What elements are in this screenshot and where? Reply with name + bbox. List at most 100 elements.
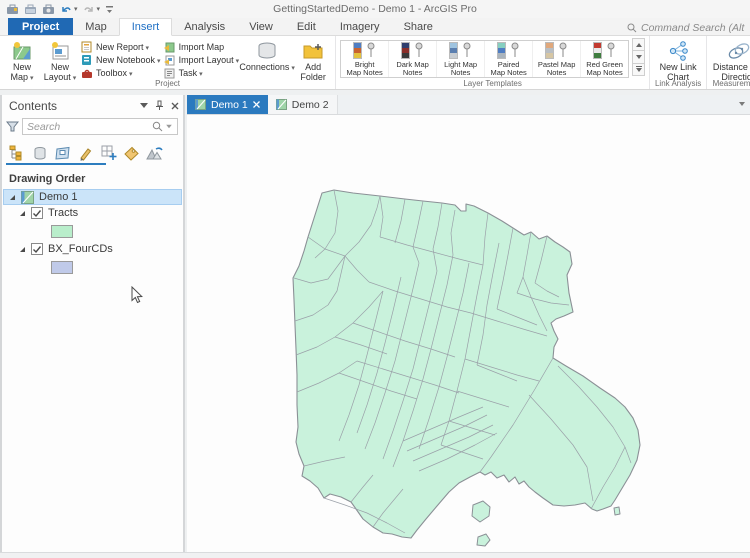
tree-item-layer-tracts[interactable]: Tracts (2, 205, 183, 221)
filter-icon[interactable] (6, 120, 19, 133)
check-icon (32, 209, 42, 218)
tab-insert[interactable]: Insert (119, 18, 173, 36)
tree-item-layer-bx-fourcds[interactable]: BX_FourCDs (2, 241, 183, 257)
ribbon-group-link-analysis: New Link Chart Link Analysis (650, 36, 707, 89)
group-label-measurements: Measurements (707, 79, 750, 88)
new-link-chart-button[interactable]: New Link Chart (654, 39, 702, 82)
layer-template-bright-map-notes[interactable]: Bright Map Notes (341, 41, 389, 77)
layer-template-dark-map-notes[interactable]: Dark Map Notes (389, 41, 437, 77)
status-bar (0, 552, 750, 558)
list-by-snapping-icon[interactable] (100, 145, 117, 162)
map-notes-icon (401, 42, 424, 61)
close-icon[interactable] (171, 102, 179, 110)
tab-project[interactable]: Project (8, 18, 73, 35)
import-layout-icon (163, 54, 176, 66)
layer-template-light-map-notes[interactable]: Light Map Notes (437, 41, 485, 77)
layer-visibility-checkbox[interactable] (31, 243, 43, 255)
map-notes-icon (545, 42, 568, 61)
gallery-scroll-down-icon[interactable] (632, 50, 645, 63)
close-icon[interactable] (253, 101, 260, 108)
import-map-button[interactable]: Import Map (163, 41, 240, 53)
import-layout-button[interactable]: Import Layout (163, 54, 240, 66)
tab-share[interactable]: Share (392, 18, 445, 35)
new-layout-button[interactable]: New Layout (42, 39, 78, 84)
map-notes-icon (449, 42, 472, 61)
map-canvas[interactable] (187, 115, 750, 552)
search-icon (627, 23, 637, 33)
expander-icon[interactable] (19, 246, 26, 253)
layer-template-pastel-map-notes[interactable]: Pastel Map Notes (533, 41, 581, 77)
layer-label: Tracts (48, 207, 78, 219)
list-by-editing-icon[interactable] (77, 145, 94, 162)
gallery-scroll-up-icon[interactable] (632, 38, 645, 51)
task-button[interactable]: Task (163, 67, 240, 79)
pane-menu-chevron-icon[interactable] (140, 103, 148, 108)
view-tab-demo1[interactable]: Demo 1 (187, 95, 268, 114)
new-report-icon (80, 41, 93, 53)
arcgis-pro-window: GettingStartedDemo - Demo 1 - ArcGIS Pro… (0, 0, 750, 558)
map-icon (195, 99, 206, 110)
layer-label: BX_FourCDs (48, 243, 113, 255)
tree-item-map[interactable]: Demo 1 (3, 189, 182, 205)
tab-analysis[interactable]: Analysis (172, 18, 237, 35)
add-folder-button[interactable]: Add Folder (295, 39, 331, 82)
pin-icon (606, 42, 616, 59)
import-map-icon (163, 41, 176, 53)
tab-edit[interactable]: Edit (285, 18, 328, 35)
ribbon-tab-row: Project Map Insert Analysis View Edit Im… (0, 18, 750, 36)
pin-icon (462, 42, 472, 59)
pin-icon (414, 42, 424, 59)
new-map-button[interactable]: New Map (4, 39, 40, 84)
map-notes-icon (497, 42, 520, 61)
tracts-symbol-swatch[interactable] (51, 225, 73, 238)
borough-outline (293, 190, 640, 538)
contents-pane: Contents Search (0, 95, 185, 552)
view-tab-demo2[interactable]: Demo 2 (268, 95, 338, 114)
expander-icon[interactable] (9, 194, 16, 201)
command-search[interactable]: Command Search (Alt (627, 21, 750, 35)
distance-and-direction-button[interactable]: Distance and Direction (711, 39, 750, 82)
list-by-drawing-order-icon[interactable] (8, 145, 25, 162)
tab-imagery[interactable]: Imagery (328, 18, 392, 35)
toolbox-button[interactable]: Toolbox (80, 67, 161, 79)
connections-button[interactable]: Connections (241, 39, 293, 74)
expander-icon[interactable] (19, 210, 26, 217)
toolbox-icon (80, 67, 93, 79)
check-icon (32, 245, 42, 254)
tab-list-chevron-icon[interactable] (739, 102, 745, 106)
tab-map[interactable]: Map (73, 18, 118, 35)
ribbon: New Map New Layout New Report (0, 36, 750, 90)
tab-view[interactable]: View (237, 18, 285, 35)
gallery-expand-icon[interactable] (632, 63, 645, 76)
contents-toolbar (2, 139, 183, 163)
contents-search-input[interactable]: Search (22, 118, 178, 135)
view-tab-strip: Demo 1 Demo 2 (187, 95, 750, 115)
group-label-project: Project (0, 79, 335, 88)
bx-fourcds-symbol-swatch[interactable] (51, 261, 73, 274)
window-title: GettingStartedDemo - Demo 1 - ArcGIS Pro (0, 3, 750, 15)
search-options-chevron-icon[interactable] (166, 125, 172, 129)
layer-templates-gallery: Bright Map Notes Dark Map Notes (340, 40, 629, 78)
pin-icon (366, 42, 376, 59)
layer-visibility-checkbox[interactable] (31, 207, 43, 219)
layer-template-paired-map-notes[interactable]: Paired Map Notes (485, 41, 533, 77)
add-folder-icon (301, 40, 325, 62)
link-chart-icon (666, 40, 690, 62)
list-by-data-source-icon[interactable] (31, 145, 48, 162)
new-report-button[interactable]: New Report (80, 41, 161, 53)
pin-icon (510, 42, 520, 59)
command-search-text: Command Search (Alt (641, 22, 744, 34)
list-by-perspective-icon[interactable] (146, 145, 163, 162)
layer-template-red-green-map-notes[interactable]: Red Green Map Notes (581, 41, 628, 77)
view-tab-label: Demo 2 (292, 99, 329, 111)
map-icon (276, 99, 287, 110)
distance-direction-icon (726, 40, 750, 62)
title-bar: GettingStartedDemo - Demo 1 - ArcGIS Pro (0, 0, 750, 18)
list-by-selection-icon[interactable] (54, 145, 71, 162)
list-by-labeling-icon[interactable] (123, 145, 140, 162)
map-notes-icon (353, 42, 376, 61)
search-icon (152, 121, 163, 132)
new-notebook-button[interactable]: New Notebook (80, 54, 161, 66)
new-notebook-icon (80, 54, 93, 66)
pin-icon[interactable] (155, 100, 164, 111)
